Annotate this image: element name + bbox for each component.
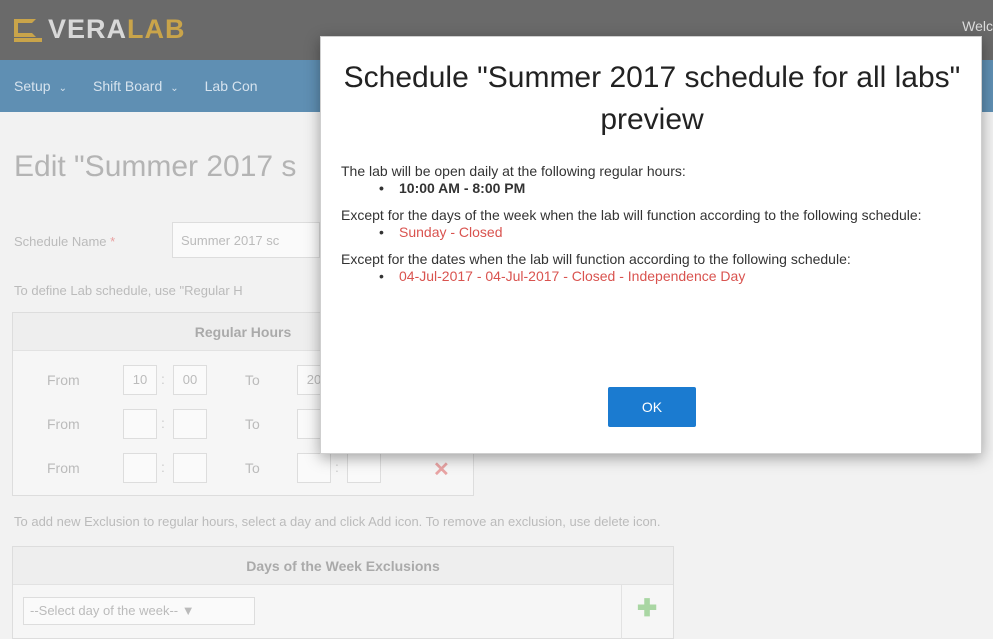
welcome-text: Welc xyxy=(962,18,993,34)
weekday-exclusions-panel: Days of the Week Exclusions --Select day… xyxy=(12,546,674,639)
weekday-exclusions-header: Days of the Week Exclusions xyxy=(13,547,673,585)
required-mark: * xyxy=(110,234,116,249)
day-of-week-select[interactable]: --Select day of the week-- ▼ xyxy=(23,597,255,625)
exclusion-hint: To add new Exclusion to regular hours, s… xyxy=(14,514,661,529)
chevron-down-icon: ⌄ xyxy=(58,83,67,94)
to-minute-input[interactable] xyxy=(347,453,381,483)
from-minute-input[interactable]: 00 xyxy=(173,365,207,395)
regular-hours-list: 10:00 AM - 8:00 PM xyxy=(341,180,971,197)
from-hour-input[interactable] xyxy=(123,453,157,483)
from-hour-input[interactable]: 10 xyxy=(123,365,157,395)
from-label: From xyxy=(47,416,80,432)
schedule-name-input[interactable]: Summer 2017 sc xyxy=(172,222,320,258)
delete-icon[interactable]: ✕ xyxy=(433,457,450,482)
from-minute-input[interactable] xyxy=(173,453,207,483)
hours-row: From : To : ✕ xyxy=(13,453,473,483)
schedule-preview-dialog: Schedule "Summer 2017 schedule for all l… xyxy=(320,36,982,454)
date-exceptions-list: 04-Jul-2017 - 04-Jul-2017 - Closed - Ind… xyxy=(341,268,971,285)
nav-setup[interactable]: Setup ⌄ xyxy=(14,78,67,94)
nav-shift-board[interactable]: Shift Board ⌄ xyxy=(93,78,179,94)
list-item: 10:00 AM - 8:00 PM xyxy=(341,180,971,197)
dialog-body: The lab will be open daily at the follow… xyxy=(341,163,971,295)
caret-down-icon: ▼ xyxy=(181,603,195,618)
plus-icon[interactable]: ✚ xyxy=(637,597,657,621)
from-hour-input[interactable] xyxy=(123,409,157,439)
weekday-exceptions-intro: Except for the days of the week when the… xyxy=(341,207,922,223)
from-label: From xyxy=(47,372,80,388)
monitor-logo-icon xyxy=(14,17,42,43)
date-exceptions-intro: Except for the dates when the lab will f… xyxy=(341,251,851,267)
from-minute-input[interactable] xyxy=(173,409,207,439)
column-divider xyxy=(621,585,622,639)
logo-text: VERALAB xyxy=(48,14,186,44)
chevron-down-icon: ⌄ xyxy=(170,83,179,94)
schedule-name-label: Schedule Name * xyxy=(14,234,116,249)
regular-hours-intro: The lab will be open daily at the follow… xyxy=(341,163,686,179)
list-item: 04-Jul-2017 - 04-Jul-2017 - Closed - Ind… xyxy=(341,268,971,285)
dialog-title: Schedule "Summer 2017 schedule for all l… xyxy=(343,61,961,136)
to-label: To xyxy=(245,460,260,476)
ok-button[interactable]: OK xyxy=(608,387,696,427)
to-label: To xyxy=(245,372,260,388)
nav-lab-con[interactable]: Lab Con xyxy=(205,78,258,94)
to-label: To xyxy=(245,416,260,432)
weekday-exceptions-list: Sunday - Closed xyxy=(341,224,971,241)
regular-hours-hint: To define Lab schedule, use "Regular H xyxy=(14,283,243,298)
list-item: Sunday - Closed xyxy=(341,224,971,241)
to-hour-input[interactable] xyxy=(297,453,331,483)
veralab-logo[interactable]: VERALAB xyxy=(14,14,186,45)
from-label: From xyxy=(47,460,80,476)
page-title: Edit "Summer 2017 s xyxy=(14,150,297,183)
